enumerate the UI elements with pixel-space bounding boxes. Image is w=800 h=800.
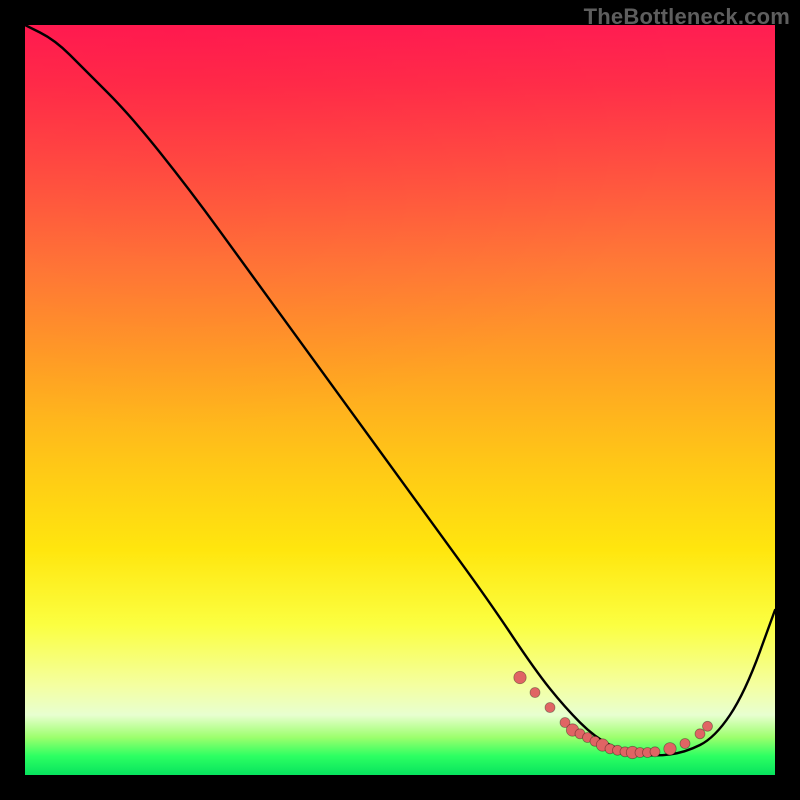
valley-dot (664, 743, 676, 755)
bottleneck-curve (25, 25, 775, 755)
plot-area (25, 25, 775, 775)
curve-layer (25, 25, 775, 775)
chart-stage: TheBottleneck.com (0, 0, 800, 800)
valley-dot (695, 729, 705, 739)
valley-dot (514, 671, 526, 683)
valley-dot (650, 747, 660, 757)
valley-dot (680, 739, 690, 749)
valley-dot (545, 703, 555, 713)
watermark-text: TheBottleneck.com (584, 4, 790, 30)
valley-dot (703, 721, 713, 731)
valley-dot (530, 688, 540, 698)
valley-dots (514, 671, 713, 758)
